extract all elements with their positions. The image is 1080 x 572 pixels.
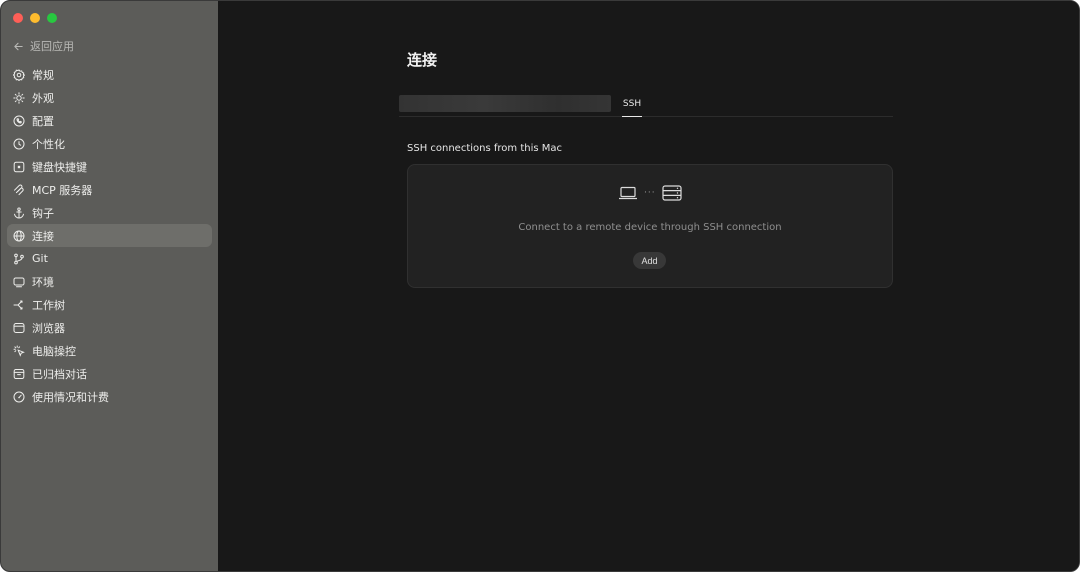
tab-ssh[interactable]: SSH <box>622 93 642 117</box>
sun-icon <box>13 91 25 104</box>
sidebar-item-label: 配置 <box>32 114 54 128</box>
sidebar-item-personalize[interactable]: 个性化 <box>7 132 212 155</box>
ssh-empty-state-card: ··· Connect to a remote device through S… <box>407 164 893 288</box>
connection-tabs: SSH <box>399 93 893 117</box>
sidebar-item-label: MCP 服务器 <box>32 183 93 197</box>
sidebar: 返回应用 常规 外观 配置 个性化 键盘快捷键 MCP 服务器 钩子 连接 Gi… <box>1 1 218 571</box>
personalize-icon <box>13 138 25 149</box>
mcp-icon <box>14 184 24 195</box>
sidebar-item-label: 电脑操控 <box>32 344 76 358</box>
sidebar-item-git[interactable]: Git <box>7 247 212 270</box>
archive-icon <box>13 368 25 379</box>
git-branch-icon <box>14 253 24 264</box>
window-controls <box>13 13 57 23</box>
sidebar-item-label: 个性化 <box>32 137 65 151</box>
sidebar-item-usage-billing[interactable]: 使用情况和计费 <box>7 385 212 408</box>
section-label: SSH connections from this Mac <box>407 143 563 154</box>
sidebar-item-label: 环境 <box>32 275 54 289</box>
sidebar-item-label: 钩子 <box>32 206 54 220</box>
empty-state-description: Connect to a remote device through SSH c… <box>518 222 782 233</box>
sidebar-item-label: 外观 <box>32 91 54 105</box>
cursor-click-icon <box>13 345 25 357</box>
sidebar-item-general[interactable]: 常规 <box>7 63 212 86</box>
settings-nav: 常规 外观 配置 个性化 键盘快捷键 MCP 服务器 钩子 连接 Git 环境 … <box>7 63 212 408</box>
sidebar-item-label: 已归档对话 <box>32 367 87 381</box>
sidebar-item-mcp-servers[interactable]: MCP 服务器 <box>7 178 212 201</box>
minimize-window-button[interactable] <box>30 13 40 23</box>
sidebar-item-label: 连接 <box>32 229 54 243</box>
gauge-icon <box>13 391 25 402</box>
sidebar-item-label: 键盘快捷键 <box>32 160 87 174</box>
worktree-icon <box>13 300 23 309</box>
globe-icon <box>13 230 25 241</box>
sidebar-item-label: 常规 <box>32 68 54 82</box>
config-icon <box>13 115 25 126</box>
sidebar-item-computer-use[interactable]: 电脑操控 <box>7 339 212 362</box>
monitor-icon <box>13 277 25 287</box>
settings-window: 返回应用 常规 外观 配置 个性化 键盘快捷键 MCP 服务器 钩子 连接 Gi… <box>0 0 1080 572</box>
sidebar-item-config[interactable]: 配置 <box>7 109 212 132</box>
arrow-left-icon <box>14 42 23 50</box>
laptop-icon <box>619 186 637 200</box>
sidebar-item-browser[interactable]: 浏览器 <box>7 316 212 339</box>
keyboard-icon <box>13 161 25 172</box>
sidebar-item-worktree[interactable]: 工作树 <box>7 293 212 316</box>
gear-icon <box>13 68 25 81</box>
back-to-app-link[interactable]: 返回应用 <box>13 39 74 53</box>
sidebar-item-label: 浏览器 <box>32 321 65 335</box>
settings-content: 连接 SSH SSH connections from this Mac ···… <box>218 1 1079 571</box>
zoom-window-button[interactable] <box>47 13 57 23</box>
sidebar-item-label: Git <box>32 252 48 265</box>
sidebar-item-connections[interactable]: 连接 <box>7 224 212 247</box>
page-title: 连接 <box>407 51 438 69</box>
sidebar-item-archived-chats[interactable]: 已归档对话 <box>7 362 212 385</box>
server-icon <box>661 185 682 201</box>
sidebar-item-label: 工作树 <box>32 298 65 312</box>
sidebar-item-hooks[interactable]: 钩子 <box>7 201 212 224</box>
close-window-button[interactable] <box>13 13 23 23</box>
connection-illustration: ··· <box>618 185 682 201</box>
sidebar-item-environment[interactable]: 环境 <box>7 270 212 293</box>
back-label: 返回应用 <box>30 40 74 53</box>
anchor-icon <box>14 207 24 219</box>
sidebar-item-appearance[interactable]: 外观 <box>7 86 212 109</box>
browser-icon <box>13 322 25 333</box>
add-ssh-connection-button[interactable]: Add <box>633 252 666 269</box>
sidebar-item-label: 使用情况和计费 <box>32 390 109 404</box>
connection-dots: ··· <box>644 188 656 198</box>
sidebar-item-keyboard-shortcuts[interactable]: 键盘快捷键 <box>7 155 212 178</box>
tab-redacted[interactable] <box>399 95 611 112</box>
